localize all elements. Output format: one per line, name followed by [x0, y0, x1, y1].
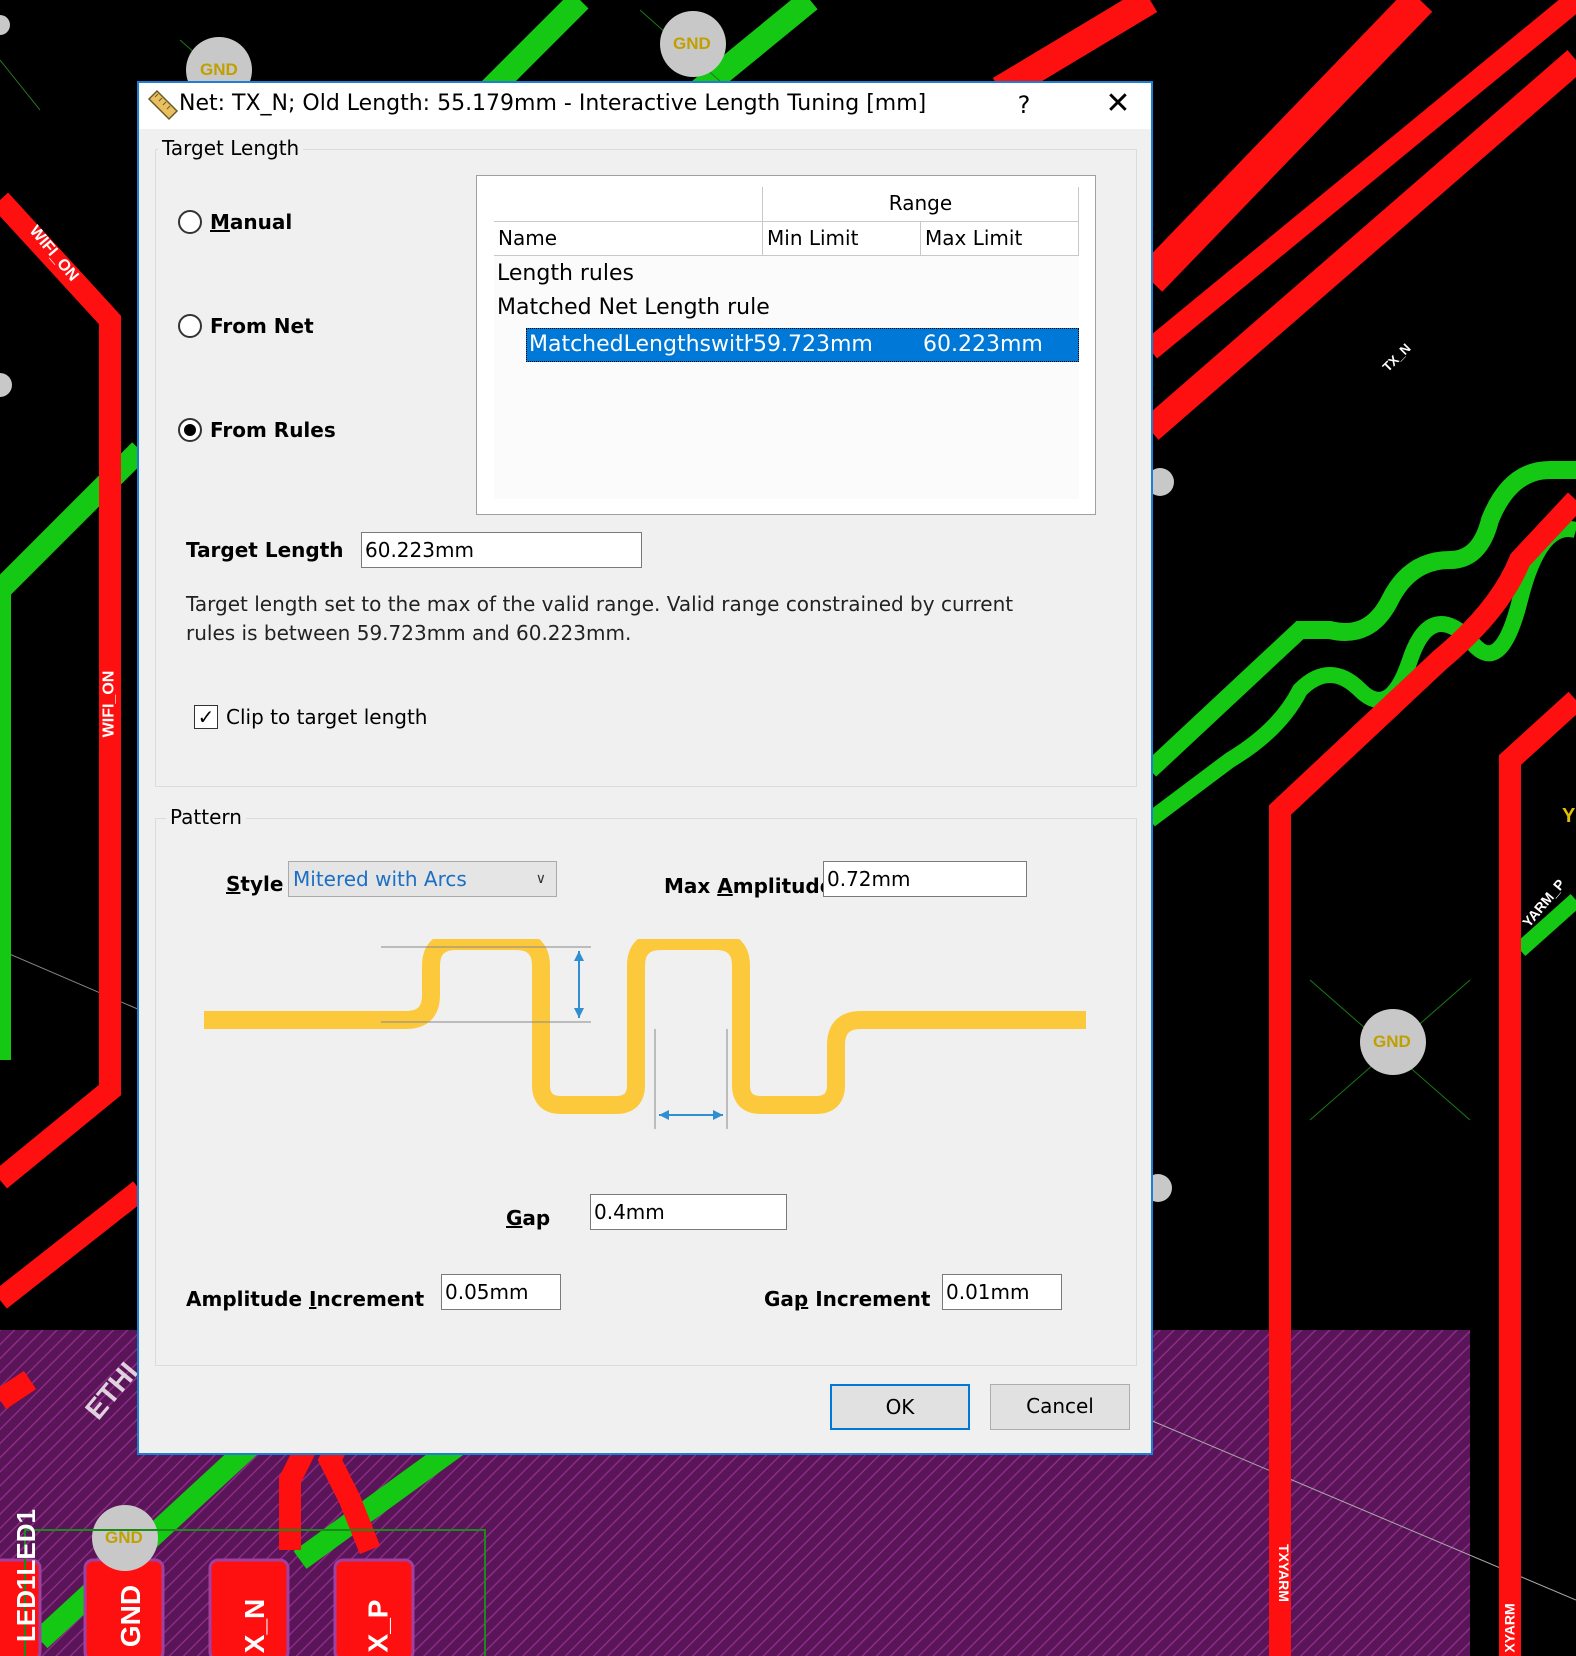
- rule-name: MatchedLengthswithir: [529, 332, 753, 357]
- radio-indicator: [178, 210, 202, 234]
- column-header-range: Range: [763, 187, 1079, 222]
- pad-label: GND: [115, 1584, 147, 1648]
- radio-indicator: [178, 314, 202, 338]
- radio-label: Manual: [210, 210, 293, 234]
- radio-indicator: [178, 418, 202, 442]
- style-value: Mitered with Arcs: [293, 867, 467, 891]
- length-tuning-dialog: Net: TX_N; Old Length: 55.179mm - Intera…: [137, 81, 1153, 1455]
- table-row[interactable]: Length rules: [497, 261, 634, 286]
- table-row[interactable]: Matched Net Length rule: [497, 295, 770, 320]
- radio-label: From Rules: [210, 418, 336, 442]
- title-bar[interactable]: Net: TX_N; Old Length: 55.179mm - Intera…: [139, 83, 1151, 129]
- net-label: WIFI_ON: [100, 670, 118, 738]
- column-header-min[interactable]: Min Limit: [763, 222, 921, 256]
- checkbox-indicator: ✓: [194, 705, 218, 729]
- target-length-group: Target Length Manual From Net From Rules…: [155, 136, 1137, 787]
- gap-increment-input[interactable]: 0.01mm: [942, 1274, 1062, 1310]
- copper-pour-right: [1150, 1330, 1470, 1656]
- target-length-label: Target Length: [186, 538, 344, 562]
- table-row-selected[interactable]: MatchedLengthswithir 59.723mm 60.223mm: [526, 328, 1079, 362]
- group-title: Target Length: [158, 136, 304, 160]
- style-label: Style: [226, 872, 284, 896]
- pad-label: LED1LED1: [10, 1509, 41, 1642]
- style-dropdown[interactable]: Mitered with Arcs ∨: [288, 861, 557, 897]
- via-label: GND: [1373, 1032, 1411, 1051]
- via-label: GND: [673, 34, 711, 53]
- gap-input[interactable]: 0.4mm: [590, 1194, 787, 1230]
- rule-min-limit: 59.723mm: [753, 332, 873, 357]
- checkbox-label: Clip to target length: [226, 705, 428, 729]
- column-header-name[interactable]: Name: [494, 222, 763, 256]
- amplitude-increment-label: Amplitude Increment: [186, 1287, 425, 1311]
- pad-label: X_N: [239, 1598, 271, 1654]
- rule-max-limit: 60.223mm: [923, 332, 1043, 357]
- rules-table[interactable]: Range Name Min Limit Max Limit Length ru…: [494, 187, 1079, 499]
- dialog-title: Net: TX_N; Old Length: 55.179mm - Intera…: [179, 91, 927, 116]
- net-label: Y: [1562, 805, 1576, 827]
- radio-from-rules[interactable]: From Rules: [178, 418, 336, 442]
- gap-label: Gap: [506, 1206, 551, 1230]
- help-button[interactable]: ?: [999, 85, 1049, 125]
- radio-label: From Net: [210, 314, 314, 338]
- tuning-pattern-diagram: [204, 939, 1086, 1129]
- clip-to-target-checkbox[interactable]: ✓ Clip to target length: [194, 705, 427, 729]
- column-header-max[interactable]: Max Limit: [921, 222, 1079, 256]
- rules-table-frame: Range Name Min Limit Max Limit Length ru…: [476, 175, 1096, 515]
- pad-label: X_P: [362, 1599, 394, 1653]
- group-title: Pattern: [166, 805, 246, 829]
- close-button[interactable]: ✕: [1083, 83, 1153, 127]
- net-label: XYARM: [1501, 1603, 1518, 1653]
- chevron-down-icon: ∨: [535, 871, 546, 887]
- via-label: GND: [200, 60, 238, 79]
- radio-manual[interactable]: Manual: [178, 210, 292, 234]
- net-label: TXYARM: [1275, 1544, 1292, 1602]
- radio-from-net[interactable]: From Net: [178, 314, 314, 338]
- net-label: TXD2: [0, 795, 13, 830]
- ok-button[interactable]: OK: [830, 1384, 970, 1430]
- pattern-group: Pattern Style Mitered with Arcs ∨ Max Am…: [155, 805, 1137, 1366]
- range-info-text: Target length set to the max of the vali…: [186, 592, 1014, 645]
- max-amplitude-input[interactable]: 0.72mm: [823, 861, 1027, 897]
- gap-increment-label: Gap Increment: [764, 1287, 931, 1311]
- amplitude-increment-input[interactable]: 0.05mm: [441, 1274, 561, 1310]
- target-length-input[interactable]: 60.223mm: [361, 532, 642, 568]
- cancel-button[interactable]: Cancel: [990, 1384, 1130, 1430]
- ruler-icon: [147, 89, 179, 121]
- column-header-blank: [494, 187, 763, 222]
- via-label: GND: [105, 1528, 143, 1547]
- max-amplitude-label: Max Amplitude: [664, 874, 834, 898]
